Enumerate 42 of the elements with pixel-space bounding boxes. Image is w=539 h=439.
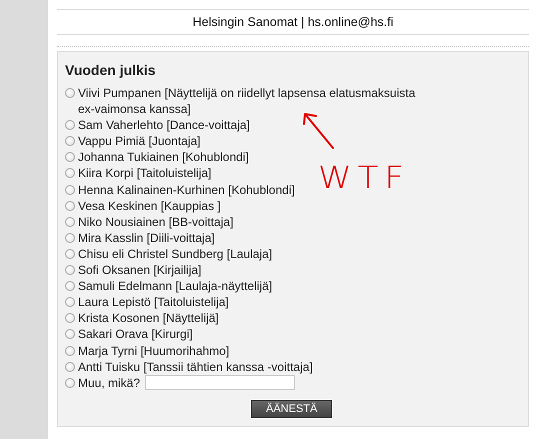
radio-button[interactable] (65, 200, 75, 211)
radio-button[interactable] (65, 281, 75, 292)
radio-button[interactable] (65, 313, 75, 324)
radio-button[interactable] (65, 346, 75, 356)
radio-button[interactable] (65, 216, 75, 227)
option-label: Marja Tyrni [Huumorihahmo] (78, 342, 230, 359)
radio-button[interactable] (65, 232, 75, 243)
option-label: Samuli Edelmann [Laulaja-näyttelijä] (78, 278, 272, 294)
radio-button[interactable] (65, 297, 75, 308)
radio-button[interactable] (65, 136, 75, 146)
option-label: Henna Kalinainen-Kurhinen [Kohublondi] (78, 182, 295, 198)
option-label: Muu, mikä? (78, 374, 140, 391)
radio-button[interactable] (65, 248, 75, 259)
handwritten-note: WTF (318, 160, 410, 196)
option-label: Vappu Pimiä [Juontaja] (78, 133, 201, 150)
option-label: Sam Vaherlehto [Dance-voittaja] (78, 117, 250, 134)
footer-text: Helsingin Sanomat | hs.online@hs.fi (192, 14, 394, 31)
radio-button[interactable] (65, 88, 75, 98)
option-label: Sakari Orava [Kirurgi] (78, 326, 193, 342)
input-field[interactable] (145, 374, 296, 390)
radio-button[interactable] (65, 152, 75, 162)
option-label: Antti Tuisku [Tanssii tähtien kanssa -voittaja] (78, 358, 313, 375)
option-label: Johanna Tukiainen [Kohublondi] (78, 149, 249, 166)
arrow-icon (302, 111, 336, 151)
radio-button[interactable] (65, 329, 75, 340)
option-label: Sofi Oksanen [Kirjailija] (78, 262, 202, 278)
poll-title: Vuoden julkis (65, 62, 156, 78)
radio-button[interactable] (65, 378, 75, 388)
option-label: Mira Kasslin [Diili-voittaja] (78, 230, 215, 246)
radio-button[interactable] (65, 168, 75, 178)
radio-button[interactable] (65, 265, 75, 276)
option-label: Laura Lepistö [Taitoluistelija] (78, 294, 229, 310)
option-label: Niko Nousiainen [BB-voittaja] (78, 214, 234, 230)
radio-button[interactable] (65, 362, 75, 372)
vote-button[interactable]: ÄÄNESTÄ (251, 400, 332, 418)
option-label: Kiira Korpi [Taitoluistelija] (78, 165, 212, 182)
option-label: Viivi Pumpanen [Näyttelijä on riidellyt lapsensa elatusmaksuista ex-vaimonsa kanssa] (78, 85, 416, 118)
radio-button[interactable] (65, 120, 75, 130)
option-label: Chisu eli Christel Sundberg [Laulaja] (78, 246, 272, 262)
option-label: Krista Kosonen [Näyttelijä] (78, 310, 219, 326)
option-label: Vesa Keskinen [Kauppias ] (78, 198, 221, 214)
radio-button[interactable] (65, 184, 75, 195)
